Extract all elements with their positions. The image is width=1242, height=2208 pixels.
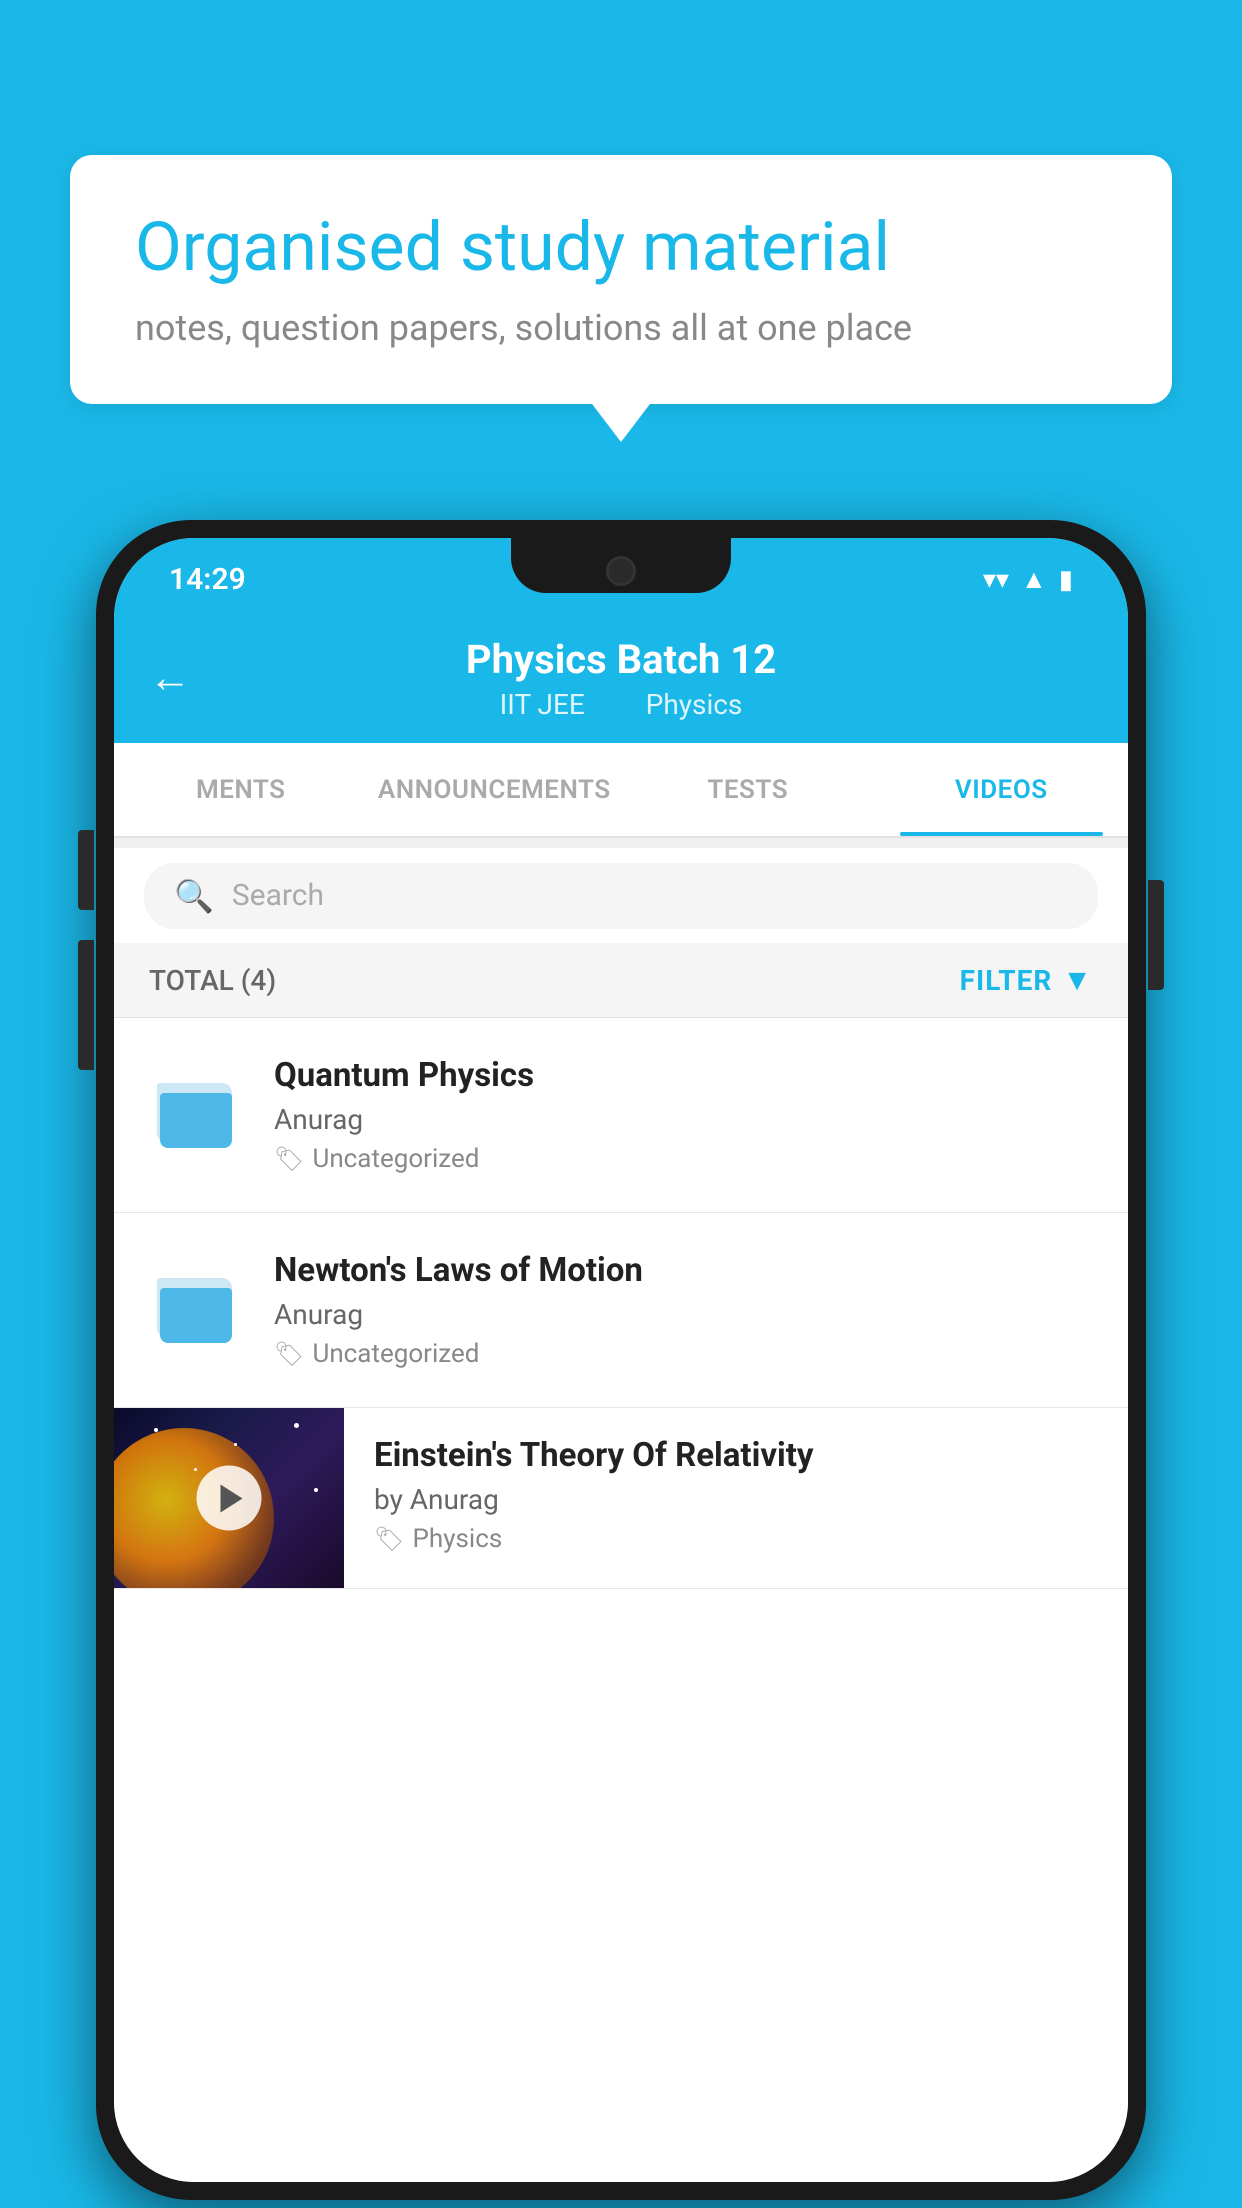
- header-subtitle: IIT JEE Physics: [490, 688, 753, 721]
- header-title: Physics Batch 12: [466, 636, 776, 683]
- filter-total: TOTAL (4): [149, 964, 276, 997]
- header-subtitle-separator: [612, 688, 626, 721]
- back-button[interactable]: ←: [149, 654, 191, 703]
- phone-screen: 14:29 ▾▾ ▲ ▮ ← Physics Batch 12 IIT JEE …: [114, 538, 1128, 2182]
- star: [314, 1488, 318, 1492]
- play-icon: [221, 1484, 243, 1512]
- star: [154, 1428, 158, 1432]
- filter-button[interactable]: FILTER ▼: [960, 963, 1093, 998]
- star: [194, 1468, 197, 1471]
- item-author: Anurag: [274, 1103, 1093, 1136]
- battery-icon: ▮: [1059, 565, 1073, 595]
- filter-row: TOTAL (4) FILTER ▼: [114, 943, 1128, 1018]
- tag-icon: 🏷: [274, 1145, 304, 1173]
- item-info: Newton's Laws of Motion Anurag 🏷 Uncateg…: [274, 1251, 1093, 1369]
- status-icons: ▾▾ ▲ ▮: [983, 564, 1073, 595]
- item-title: Einstein's Theory Of Relativity: [374, 1436, 1093, 1475]
- tab-announcements[interactable]: ANNOUNCEMENTS: [368, 743, 622, 836]
- speech-bubble-title: Organised study material: [135, 210, 1107, 285]
- tag-icon: 🏷: [274, 1340, 304, 1368]
- speech-bubble-subtitle: notes, question papers, solutions all at…: [135, 307, 1107, 349]
- star: [234, 1443, 237, 1446]
- video-thumbnail: [114, 1408, 344, 1588]
- search-bar: 🔍 Search: [114, 848, 1128, 943]
- item-author: Anurag: [274, 1298, 1093, 1331]
- item-title: Quantum Physics: [274, 1056, 1093, 1095]
- star: [294, 1423, 299, 1428]
- search-input-wrapper[interactable]: 🔍 Search: [144, 863, 1098, 929]
- item-tag: 🏷 Physics: [374, 1524, 1093, 1554]
- header-subtitle-physics: Physics: [646, 688, 743, 721]
- item-tag: 🏷 Uncategorized: [274, 1339, 1093, 1369]
- phone-camera: [606, 556, 636, 586]
- tag-label: Uncategorized: [312, 1144, 479, 1174]
- signal-icon: ▲: [1021, 564, 1047, 595]
- status-time: 14:29: [169, 562, 246, 597]
- filter-funnel-icon: ▼: [1062, 963, 1093, 998]
- item-info: Einstein's Theory Of Relativity by Anura…: [374, 1408, 1093, 1582]
- list-item[interactable]: Newton's Laws of Motion Anurag 🏷 Uncateg…: [114, 1213, 1128, 1408]
- filter-label: FILTER: [960, 964, 1053, 997]
- header-subtitle-iitjee: IIT JEE: [500, 688, 585, 721]
- search-icon: 🔍: [174, 877, 214, 915]
- folder-icon: [157, 1071, 237, 1146]
- volume-up-button: [78, 830, 94, 910]
- volume-down-button: [78, 940, 94, 1070]
- folder-icon: [157, 1266, 237, 1341]
- tab-tests[interactable]: TESTS: [621, 743, 875, 836]
- tab-bar: MENTS ANNOUNCEMENTS TESTS VIDEOS: [114, 743, 1128, 838]
- item-title: Newton's Laws of Motion: [274, 1251, 1093, 1290]
- wifi-icon: ▾▾: [983, 565, 1009, 595]
- item-author: by Anurag: [374, 1483, 1093, 1516]
- content-list: Quantum Physics Anurag 🏷 Uncategorized: [114, 1018, 1128, 2182]
- app-header: ← Physics Batch 12 IIT JEE Physics: [114, 613, 1128, 743]
- speech-bubble: Organised study material notes, question…: [70, 155, 1172, 404]
- item-tag: 🏷 Uncategorized: [274, 1144, 1093, 1174]
- play-button[interactable]: [197, 1466, 262, 1531]
- power-button: [1148, 880, 1164, 990]
- folder-icon-wrapper: [149, 1256, 244, 1351]
- tag-label: Uncategorized: [312, 1339, 479, 1369]
- list-item[interactable]: Quantum Physics Anurag 🏷 Uncategorized: [114, 1018, 1128, 1213]
- tag-icon: 🏷: [374, 1525, 404, 1553]
- folder-icon-wrapper: [149, 1061, 244, 1156]
- phone-container: 14:29 ▾▾ ▲ ▮ ← Physics Batch 12 IIT JEE …: [96, 520, 1146, 2200]
- phone-notch: [511, 538, 731, 593]
- tab-ments[interactable]: MENTS: [114, 743, 368, 836]
- list-item-video[interactable]: Einstein's Theory Of Relativity by Anura…: [114, 1408, 1128, 1589]
- tag-label: Physics: [412, 1524, 502, 1554]
- tab-videos[interactable]: VIDEOS: [875, 743, 1129, 836]
- search-placeholder: Search: [232, 878, 324, 913]
- item-info: Quantum Physics Anurag 🏷 Uncategorized: [274, 1056, 1093, 1174]
